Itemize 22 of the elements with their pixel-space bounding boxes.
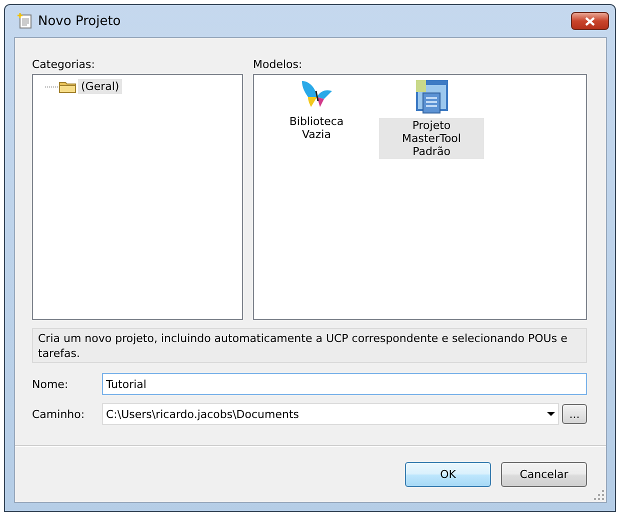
dialog-button[interactable]: Cancelar [501,462,587,487]
dialog-button[interactable]: OK [405,462,491,487]
new-document-icon [17,13,33,29]
folder-icon [59,80,76,93]
tree-connector [45,86,59,88]
window-stack-icon [414,79,450,115]
close-icon [585,16,595,26]
field-label: Caminho: [32,408,86,420]
dropdown-arrow-icon [547,412,555,416]
field-label: Nome: [32,378,70,390]
list-label: Categorias: [32,58,96,71]
resize-grip-icon [594,490,604,500]
list-label: Modelos: [253,58,304,71]
window-title: Novo Projeto [38,14,121,28]
template-item[interactable]: Biblioteca Vazia [272,114,362,142]
browse-button[interactable]: ... [562,404,587,424]
tree-item[interactable]: (Geral) [78,79,122,94]
name-field[interactable]: Tutorial [102,373,587,395]
close-button[interactable] [571,12,609,30]
path-dropdown[interactable]: C:\Users\ricardo.jacobs\Documents [102,403,559,425]
description-text: Cria um novo projeto, incluindo automaticamente a UCP correspondente e selecionando POUs e tarefas. [32,328,587,363]
template-item[interactable]: Projeto MasterTool Padrão [379,118,484,159]
